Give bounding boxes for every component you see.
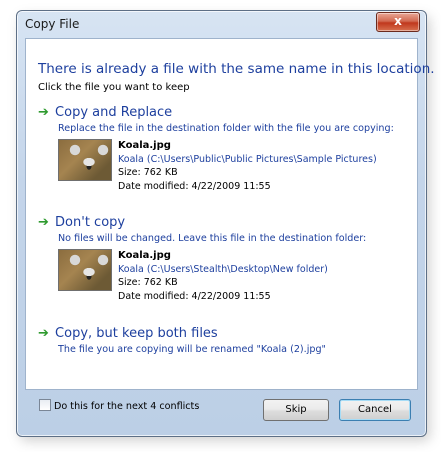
dialog-content: There is already a file with the same na… <box>25 38 435 390</box>
close-button[interactable]: x <box>376 12 420 32</box>
file-path: Koala (C:\Users\Public\Public Pictures\S… <box>118 153 377 165</box>
option-title-text: Copy and Replace <box>55 105 173 120</box>
file-modified: Date modified: 4/22/2009 11:55 <box>118 180 271 192</box>
close-icon: x <box>394 14 402 28</box>
copy-file-dialog: Copy File x There is already a file with… <box>16 10 435 437</box>
option-description: The file you are copying will be renamed… <box>58 344 326 355</box>
option-copy-and-replace[interactable]: ➔ Copy and Replace Replace the file in t… <box>38 105 408 205</box>
green-arrow-icon: ➔ <box>38 105 49 120</box>
option-keep-both[interactable]: ➔ Copy, but keep both files The file you… <box>38 326 408 366</box>
option-dont-copy[interactable]: ➔ Don't copy No files will be changed. L… <box>38 215 408 315</box>
option-description: No files will be changed. Leave this fil… <box>58 233 367 244</box>
checkbox-box[interactable] <box>39 399 51 411</box>
checkbox-label: Do this for the next 4 conflicts <box>54 401 200 412</box>
file-size: Size: 762 KB <box>118 167 178 178</box>
file-size: Size: 762 KB <box>118 277 178 288</box>
file-modified: Date modified: 4/22/2009 11:55 <box>118 290 271 302</box>
file-name: Koala.jpg <box>118 140 171 151</box>
file-path: Koala (C:\Users\Stealth\Desktop\New fold… <box>118 263 328 275</box>
file-info: Koala.jpg Koala (C:\Users\Public\Public … <box>58 139 398 199</box>
option-description: Replace the file in the destination fold… <box>58 123 394 134</box>
apply-to-all-checkbox[interactable]: Do this for the next 4 conflicts <box>39 399 199 412</box>
cancel-button[interactable]: Cancel <box>339 399 411 421</box>
koala-thumbnail <box>58 139 112 181</box>
conflict-heading: There is already a file with the same na… <box>38 61 435 77</box>
title-bar[interactable]: Copy File x <box>17 11 426 35</box>
file-meta: Koala.jpg Koala (C:\Users\Public\Public … <box>118 139 377 193</box>
option-title-text: Copy, but keep both files <box>55 326 218 341</box>
skip-button[interactable]: Skip <box>263 399 329 421</box>
file-meta: Koala.jpg Koala (C:\Users\Stealth\Deskto… <box>118 249 328 303</box>
green-arrow-icon: ➔ <box>38 215 49 230</box>
file-info: Koala.jpg Koala (C:\Users\Stealth\Deskto… <box>58 249 398 309</box>
option-title-text: Don't copy <box>55 215 126 230</box>
green-arrow-icon: ➔ <box>38 326 49 341</box>
option-title: ➔ Copy, but keep both files <box>38 326 218 341</box>
option-title: ➔ Don't copy <box>38 215 125 230</box>
option-title: ➔ Copy and Replace <box>38 105 172 120</box>
file-name: Koala.jpg <box>118 250 171 261</box>
instruction-text: Click the file you want to keep <box>38 82 190 93</box>
window-title: Copy File <box>25 17 80 31</box>
koala-thumbnail <box>58 249 112 291</box>
